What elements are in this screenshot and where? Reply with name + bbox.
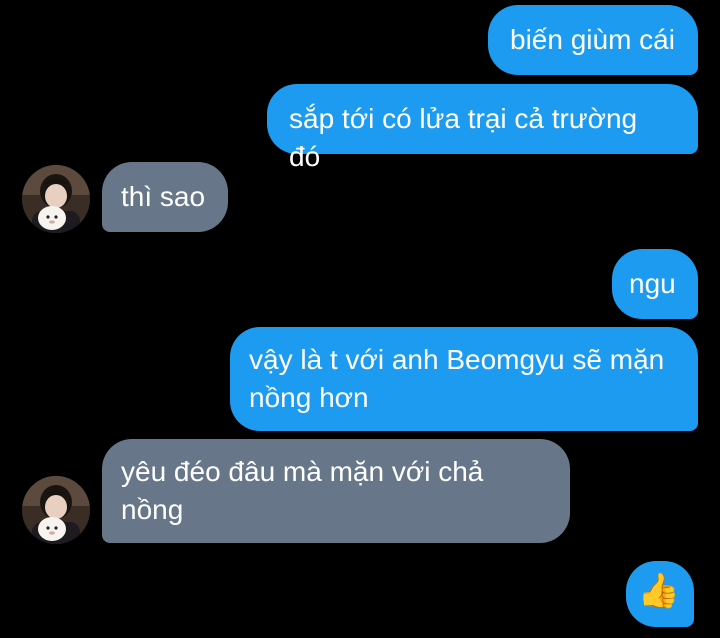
- message-bubble-incoming[interactable]: thì sao: [102, 162, 228, 232]
- message-text: thì sao: [121, 181, 206, 212]
- contact-avatar[interactable]: [22, 476, 90, 544]
- message-bubble-outgoing[interactable]: biến giùm cái: [488, 5, 698, 75]
- thumbs-up-emoji-icon: 👍: [637, 572, 681, 610]
- profile-avatar-icon: [22, 165, 90, 233]
- message-text: vậy là t với anh Beomgyu sẽ mặn nồng hơn: [249, 344, 665, 413]
- message-bubble-incoming[interactable]: yêu đéo đâu mà mặn với chả nồng: [102, 439, 570, 543]
- profile-avatar-icon: [22, 476, 90, 544]
- message-bubble-outgoing[interactable]: sắp tới có lửa trại cả trường đó: [267, 84, 698, 172]
- message-text: ngu: [629, 268, 676, 299]
- message-text: biến giùm cái: [510, 24, 675, 55]
- contact-avatar[interactable]: [22, 165, 90, 233]
- chat-thread: biến giùm cái sắp tới có lửa trại cả trư…: [0, 0, 720, 638]
- message-bubble-outgoing[interactable]: 👍: [626, 561, 694, 627]
- message-text: sắp tới có lửa trại cả trường đó: [289, 103, 638, 172]
- message-bubble-outgoing[interactable]: vậy là t với anh Beomgyu sẽ mặn nồng hơn: [230, 327, 698, 431]
- message-bubble-outgoing[interactable]: ngu: [612, 249, 698, 319]
- message-text: yêu đéo đâu mà mặn với chả nồng: [121, 456, 484, 525]
